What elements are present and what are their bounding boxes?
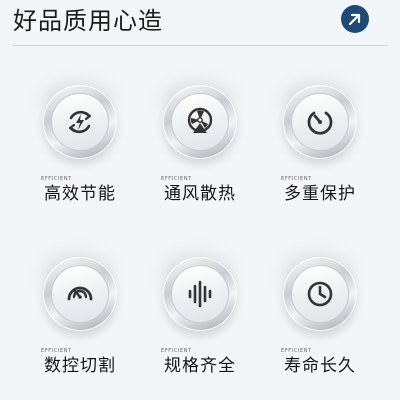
feature-protection: EFFICIENT 多重保护: [260, 24, 380, 204]
clock-icon: [307, 281, 333, 307]
feature-label: 规格齐全: [164, 356, 236, 376]
metal-ring: [283, 257, 357, 331]
feature-label: 数控切割: [44, 356, 116, 376]
ring-inner: [291, 265, 349, 323]
ring-inner: [51, 93, 109, 151]
metal-ring: [163, 257, 237, 331]
feature-cnc-cutting: EFFICIENT 数控切割: [20, 196, 140, 376]
energy-saving-icon: [68, 110, 92, 134]
metal-ring: [283, 85, 357, 159]
metal-ring: [43, 85, 117, 159]
audio-wave-icon: [188, 280, 212, 308]
feature-ventilation: EFFICIENT 通风散热: [140, 24, 260, 204]
metal-ring: [43, 257, 117, 331]
ring-inner: [171, 93, 229, 151]
ring-inner: [171, 265, 229, 323]
feature-energy-saving: EFFICIENT 高效节能: [20, 24, 140, 204]
metal-ring: [163, 85, 237, 159]
feature-long-lifespan: EFFICIENT 寿命长久: [260, 196, 380, 376]
fan-ventilation-icon: [187, 107, 213, 133]
feature-label: 寿命长久: [284, 356, 356, 376]
ring-inner: [291, 93, 349, 151]
protection-power-icon: [307, 111, 333, 135]
feature-full-specs: EFFICIENT 规格齐全: [140, 196, 260, 376]
ring-inner: [51, 265, 109, 323]
gauge-icon: [67, 286, 93, 301]
